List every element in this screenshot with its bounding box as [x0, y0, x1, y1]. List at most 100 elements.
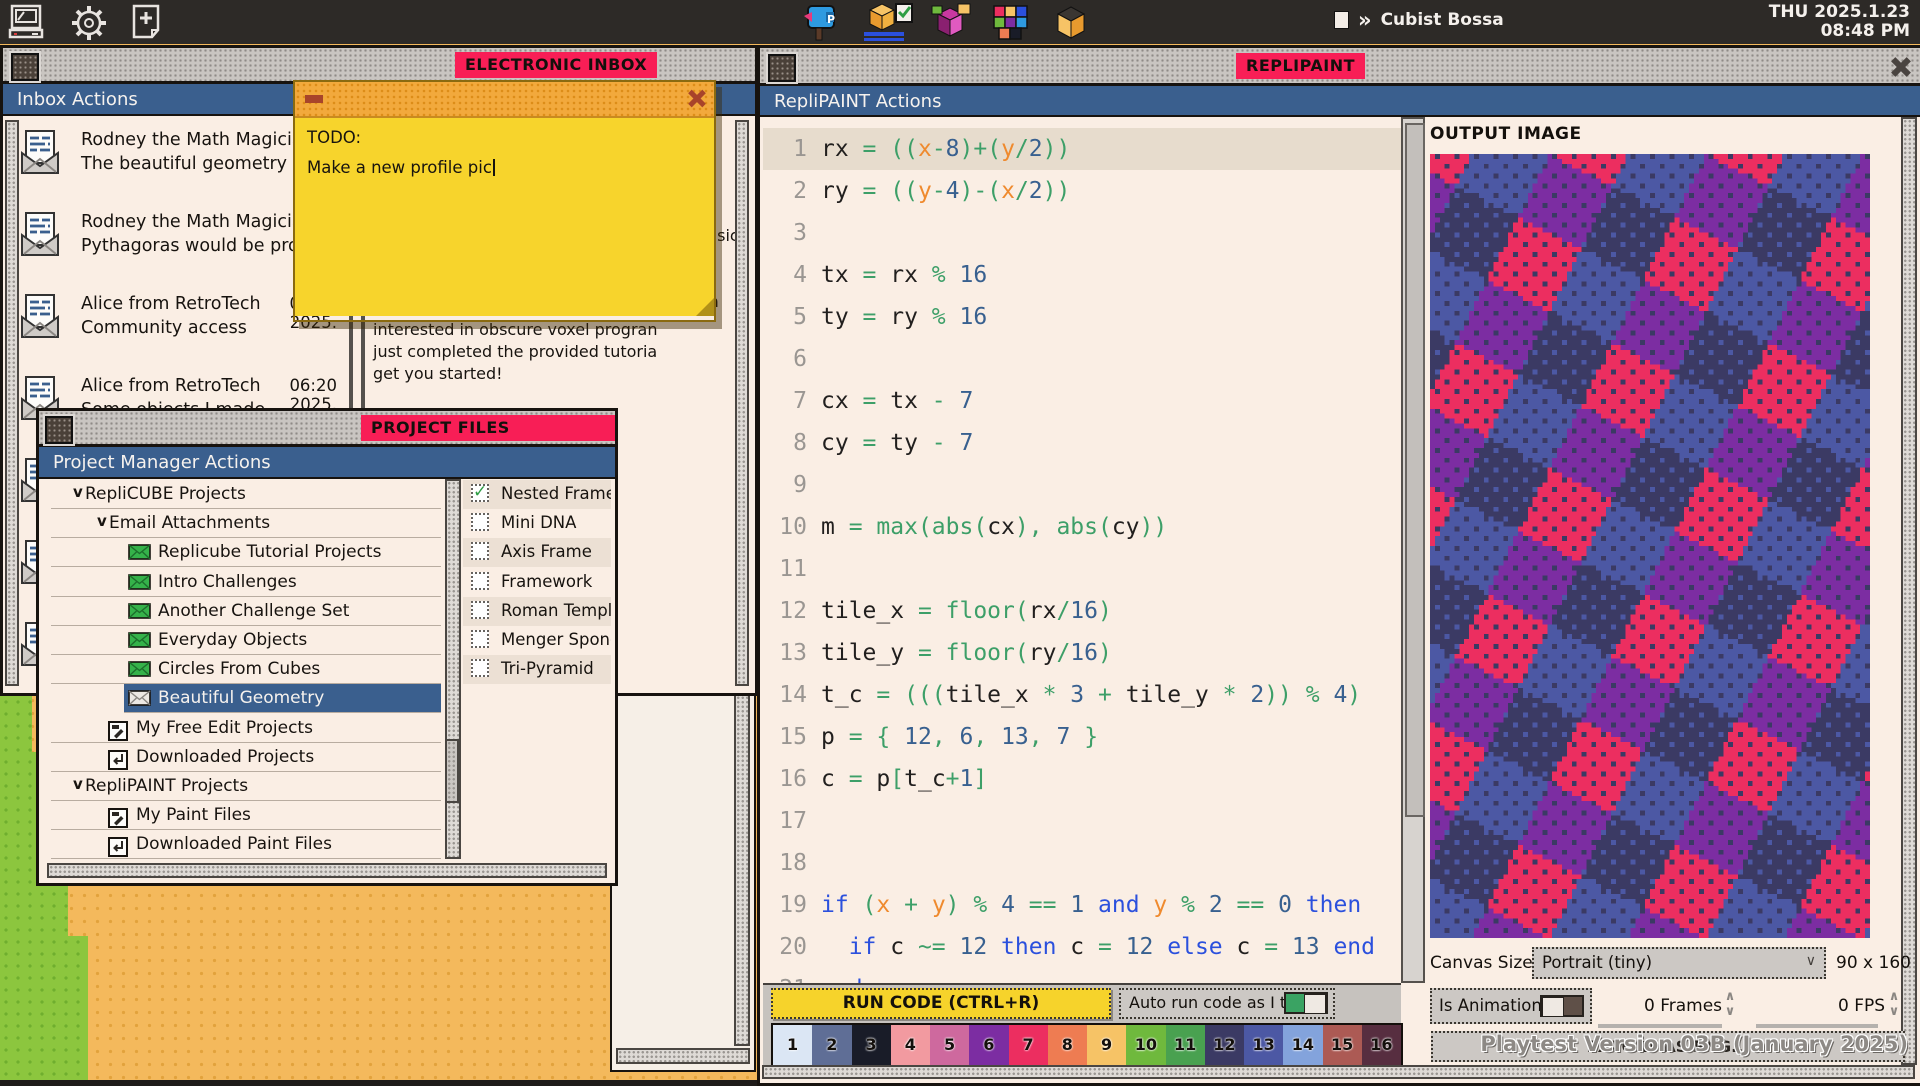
tree-item-email-attachments[interactable]: vEmail Attachments — [51, 509, 441, 538]
editor-scrollbar[interactable] — [1401, 117, 1425, 983]
code-line-20[interactable]: 20 if c ~= 12 then c = 12 else c = 13 en… — [763, 926, 1401, 968]
caret-down-icon[interactable]: v — [73, 483, 83, 501]
tree-item-my-free-edit-projects[interactable]: My Free Edit Projects — [51, 714, 441, 743]
palette-swatch-9[interactable]: 9 — [1087, 1025, 1126, 1069]
tree-item-circles-from-cubes[interactable]: Circles From Cubes — [51, 655, 441, 684]
autorun-toggle[interactable] — [1284, 992, 1328, 1014]
checkbox[interactable] — [471, 572, 489, 590]
checkbox[interactable] — [471, 513, 489, 531]
palette-swatch-14[interactable]: 14 — [1283, 1025, 1322, 1069]
checklist-item-framework[interactable]: Framework — [463, 568, 611, 597]
palette-swatch-5[interactable]: 5 — [930, 1025, 969, 1069]
palette-swatch-6[interactable]: 6 — [969, 1025, 1008, 1069]
replicube-app-icon[interactable] — [856, 2, 914, 42]
tree-item-downloaded-paint-files[interactable]: Downloaded Paint Files — [51, 830, 441, 859]
code-line-18[interactable]: 18 — [763, 842, 1401, 884]
close-icon[interactable] — [688, 90, 706, 108]
palette-swatch-8[interactable]: 8 — [1048, 1025, 1087, 1069]
project-tree-scrollbar[interactable] — [445, 479, 461, 859]
palette-swatch-15[interactable]: 15 — [1323, 1025, 1362, 1069]
replipaint-titlebar[interactable]: REPLIPAINT — [760, 48, 1920, 86]
background-window-hscrollbar[interactable] — [616, 1048, 750, 1064]
code-line-11[interactable]: 11 — [763, 548, 1401, 590]
is-animation-toggle[interactable] — [1540, 995, 1584, 1017]
project-manager-actions-bar[interactable]: Project Manager Actions — [39, 447, 615, 479]
scrollbar-thumb[interactable] — [1405, 123, 1425, 817]
tree-item-replipaint-projects[interactable]: vRepliPAINT Projects — [51, 772, 441, 801]
music-stop-icon[interactable] — [1334, 11, 1349, 29]
palette-swatch-1[interactable]: 1 — [773, 1025, 812, 1069]
computer-icon[interactable] — [8, 4, 48, 40]
code-line-7[interactable]: 7cx = tx - 7 — [763, 380, 1401, 422]
code-line-13[interactable]: 13tile_y = floor(ry/16) — [763, 632, 1401, 674]
mail-app-icon[interactable]: P — [796, 2, 842, 42]
replipaint-hscrollbar[interactable] — [762, 1065, 1915, 1079]
caret-down-icon[interactable]: v — [73, 775, 83, 793]
tree-item-beautiful-geometry[interactable]: Beautiful Geometry — [124, 684, 441, 713]
checklist-item-tri-pyramid[interactable]: Tri-Pyramid — [463, 655, 611, 684]
code-line-8[interactable]: 8cy = ty - 7 — [763, 422, 1401, 464]
checklist-item-axis-frame[interactable]: Axis Frame — [463, 538, 611, 567]
project-files-hscrollbar[interactable] — [47, 863, 607, 878]
palette-swatch-10[interactable]: 10 — [1126, 1025, 1165, 1069]
tree-item-intro-challenges[interactable]: Intro Challenges — [51, 568, 441, 597]
caret-down-icon[interactable]: v — [97, 512, 107, 530]
code-line-9[interactable]: 9 — [763, 464, 1401, 506]
tree-item-another-challenge-set[interactable]: Another Challenge Set — [51, 597, 441, 626]
tree-item-downloaded-projects[interactable]: Downloaded Projects — [51, 743, 441, 772]
tree-item-my-paint-files[interactable]: My Paint Files — [51, 801, 441, 830]
sticky-note[interactable]: TODO: Make a new profile pic — [293, 80, 716, 322]
tree-item-replicube-projects[interactable]: vRepliCUBE Projects — [51, 480, 441, 509]
checkbox[interactable] — [471, 659, 489, 677]
code-line-19[interactable]: 19if (x + y) % 4 == 1 and y % 2 == 0 the… — [763, 884, 1401, 926]
code-line-12[interactable]: 12tile_x = floor(rx/16) — [763, 590, 1401, 632]
palette-swatch-3[interactable]: 3 — [852, 1025, 891, 1069]
checkbox[interactable] — [471, 601, 489, 619]
project-files-titlebar[interactable]: PROJECT FILES MANAGER — [39, 411, 615, 447]
code-line-2[interactable]: 2ry = ((y-4)-(x/2)) — [763, 170, 1401, 212]
code-line-5[interactable]: 5ty = ry % 16 — [763, 296, 1401, 338]
palette-app-icon[interactable] — [988, 2, 1034, 42]
palette-swatch-2[interactable]: 2 — [812, 1025, 851, 1069]
gear-icon[interactable] — [68, 4, 110, 42]
tree-item-everyday-objects[interactable]: Everyday Objects — [51, 626, 441, 655]
inbox-window-icon[interactable] — [11, 53, 39, 81]
scrollbar-thumb[interactable] — [445, 739, 459, 803]
checklist-item-mini-dna[interactable]: Mini DNA — [463, 509, 611, 538]
palette-swatch-11[interactable]: 11 — [1166, 1025, 1205, 1069]
code-line-6[interactable]: 6 — [763, 338, 1401, 380]
sticky-note-body[interactable]: TODO: Make a new profile pic — [295, 118, 714, 316]
frames-stepper[interactable]: ∧∨ — [1722, 989, 1738, 1021]
checkbox[interactable]: ✓ — [471, 484, 489, 502]
sticky-note-titlebar[interactable] — [295, 82, 714, 118]
palette-swatch-12[interactable]: 12 — [1205, 1025, 1244, 1069]
run-code-button[interactable]: RUN CODE (CTRL+R) — [771, 988, 1111, 1019]
replipaint-actions-bar[interactable]: RepliPAINT Actions — [760, 86, 1920, 117]
inbox-right-scrollbar[interactable] — [735, 120, 749, 686]
checklist-item-roman-temple[interactable]: Roman Temple — [463, 597, 611, 626]
replipaint-vscrollbar[interactable] — [1901, 117, 1917, 1065]
project-files-window-icon[interactable] — [45, 416, 73, 444]
checklist-item-nested-frames[interactable]: ✓Nested Frames — [463, 480, 611, 509]
checkbox[interactable] — [471, 630, 489, 648]
replipaint-window-icon[interactable] — [768, 54, 796, 82]
code-editor[interactable]: 1rx = ((x-8)+(y/2))2ry = ((y-4)-(x/2))34… — [763, 117, 1401, 983]
code-line-15[interactable]: 15p = { 12, 6, 13, 7 } — [763, 716, 1401, 758]
close-icon[interactable] — [1891, 57, 1911, 77]
minimize-icon[interactable] — [305, 95, 323, 103]
code-line-17[interactable]: 17 — [763, 800, 1401, 842]
code-line-10[interactable]: 10m = max(abs(cx), abs(cy)) — [763, 506, 1401, 548]
tree-item-replicube-tutorial-projects[interactable]: Replicube Tutorial Projects — [51, 538, 441, 567]
voxel-app-icon[interactable] — [928, 2, 974, 42]
code-line-16[interactable]: 16c = p[t_c+1] — [763, 758, 1401, 800]
code-line-4[interactable]: 4tx = rx % 16 — [763, 254, 1401, 296]
fps-stepper[interactable]: ∧∨ — [1886, 989, 1902, 1021]
canvas-size-dropdown[interactable]: Portrait (tiny) ∨ — [1532, 947, 1826, 979]
music-next-icon[interactable]: » — [1358, 12, 1372, 28]
palette-swatch-4[interactable]: 4 — [891, 1025, 930, 1069]
checkbox[interactable] — [471, 542, 489, 560]
new-file-icon[interactable] — [130, 4, 162, 40]
inbox-titlebar[interactable]: ELECTRONIC INBOX — [3, 48, 755, 84]
code-line-1[interactable]: 1rx = ((x-8)+(y/2)) — [763, 128, 1401, 170]
palette-swatch-7[interactable]: 7 — [1009, 1025, 1048, 1069]
